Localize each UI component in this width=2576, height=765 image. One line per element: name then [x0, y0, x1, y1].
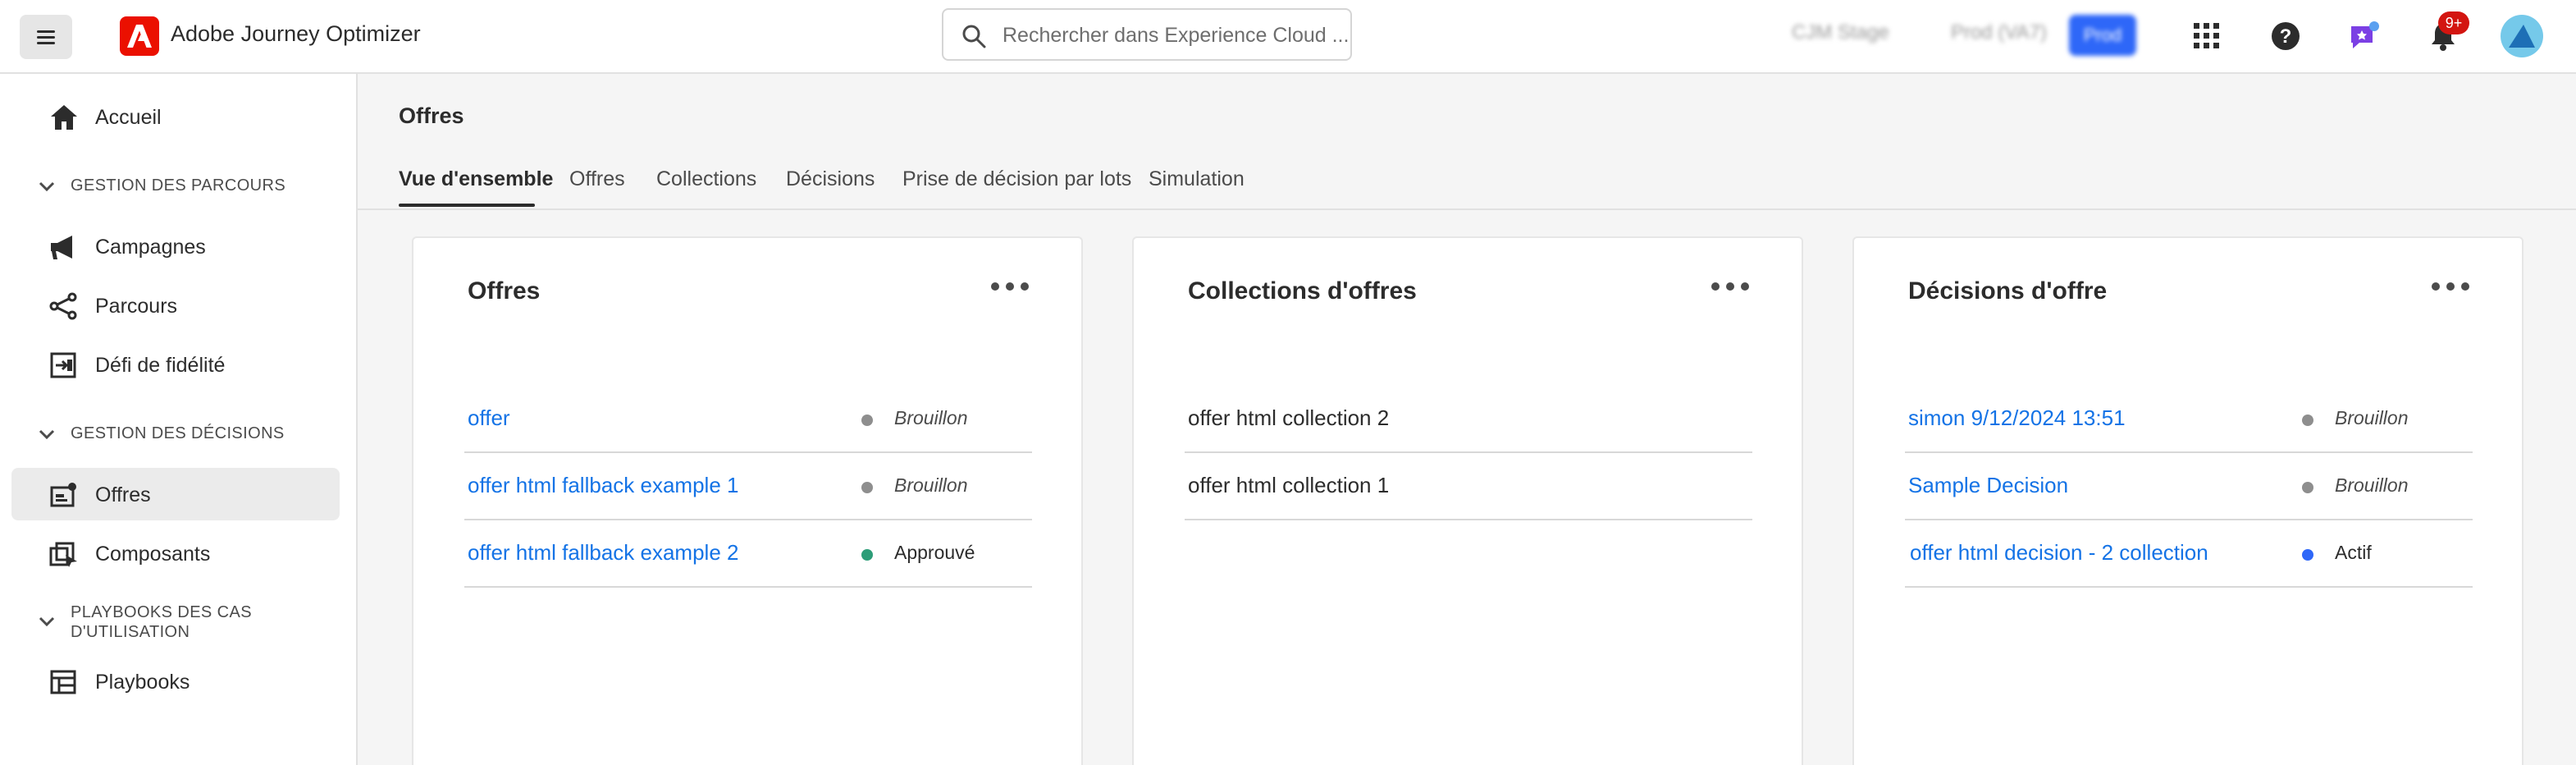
more-options-button[interactable] [991, 282, 1029, 292]
notification-count-badge: 9+ [2438, 11, 2469, 34]
decision-link[interactable]: offer html decision - 2 collection [1910, 540, 2208, 566]
chat-feedback-icon [2351, 21, 2379, 48]
decision-link[interactable]: Sample Decision [1908, 473, 2068, 498]
offer-link[interactable]: offer html fallback example 2 [468, 540, 738, 566]
prod-button[interactable]: Prod [2069, 15, 2136, 56]
app-title: Adobe Journey Optimizer [171, 21, 421, 46]
left-sidebar: Accueil GESTION DES PARCOURS Campagnes P… [0, 74, 358, 765]
avatar-icon [2509, 25, 2535, 48]
chevron-down-icon [39, 181, 55, 192]
sidebar-item-offers[interactable]: Offres [11, 468, 340, 520]
list-item: simon 9/12/2024 13:51 Brouillon [1905, 386, 2473, 453]
page-title: Offres [399, 103, 464, 128]
collection-name[interactable]: offer html collection 2 [1188, 405, 1389, 431]
top-bar: Adobe Journey Optimizer Rechercher dans … [0, 0, 2576, 74]
list-item: offer Brouillon [464, 386, 1032, 453]
tab-offers[interactable]: Offres [569, 167, 625, 191]
list-item: offer html collection 1 [1185, 453, 1752, 520]
offer-link[interactable]: offer html fallback example 1 [468, 473, 738, 498]
home-icon [51, 105, 77, 130]
sandbox-label[interactable]: Prod (VA7) [1951, 21, 2047, 44]
section-label-line1: PLAYBOOKS DES CAS [71, 603, 252, 621]
adobe-logo-icon [120, 16, 159, 56]
list-item: offer html collection 2 [1185, 386, 1752, 453]
more-options-button[interactable] [2432, 282, 2469, 292]
help-icon: ? [2272, 22, 2300, 50]
section-label-line2: D'UTILISATION [71, 623, 190, 641]
status-label: Approuvé [894, 542, 975, 563]
search-placeholder: Rechercher dans Experience Cloud ... [1003, 24, 1350, 47]
environment-label[interactable]: CJM Stage [1792, 21, 1889, 44]
status-dot [861, 482, 873, 493]
sidebar-item-label: Composants [95, 543, 211, 566]
sidebar-item-label: Parcours [95, 295, 178, 318]
chevron-down-icon [39, 616, 55, 627]
list-item: offer html fallback example 1 Brouillon [464, 453, 1032, 520]
status-label: Brouillon [2335, 474, 2409, 496]
chevron-down-icon [39, 429, 55, 440]
section-label: GESTION DES DÉCISIONS [71, 424, 285, 442]
list-item: Sample Decision Brouillon [1905, 453, 2473, 520]
status-label: Actif [2335, 542, 2372, 563]
decision-link[interactable]: simon 9/12/2024 13:51 [1908, 405, 2126, 431]
sidebar-item-label: Offres [95, 483, 151, 506]
tab-simulation[interactable]: Simulation [1149, 167, 1245, 191]
more-icon [2432, 282, 2440, 291]
sidebar-item-label: Accueil [95, 106, 162, 129]
status-dot [861, 549, 873, 561]
search-input[interactable]: Rechercher dans Experience Cloud ... [942, 8, 1352, 61]
sidebar-item-label: Playbooks [95, 671, 190, 694]
offers-icon [50, 483, 76, 507]
svg-text:?: ? [2280, 25, 2292, 48]
status-label: Brouillon [894, 407, 968, 428]
grid-icon [2194, 23, 2219, 48]
tab-overview[interactable]: Vue d'ensemble [399, 167, 553, 191]
challenge-icon [50, 352, 76, 378]
sidebar-item-home[interactable]: Accueil [11, 90, 340, 143]
section-label: GESTION DES PARCOURS [71, 176, 286, 195]
sidebar-item-playbooks[interactable]: Playbooks [11, 655, 340, 708]
more-icon [991, 282, 999, 291]
playbooks-icon [50, 670, 76, 694]
status-dot [2302, 415, 2313, 426]
tab-decisions[interactable]: Décisions [786, 167, 875, 191]
sidebar-item-components[interactable]: Composants [11, 527, 340, 579]
help-button[interactable]: ? [2266, 16, 2305, 56]
sidebar-item-journeys[interactable]: Parcours [11, 279, 340, 332]
tab-collections[interactable]: Collections [656, 167, 756, 191]
hamburger-icon [37, 35, 55, 39]
menu-toggle-button[interactable] [20, 15, 72, 59]
megaphone-icon [51, 236, 72, 259]
more-icon [1711, 282, 1720, 291]
user-avatar[interactable] [2501, 15, 2543, 57]
search-icon [962, 25, 986, 48]
list-item: offer html decision - 2 collection Actif [1905, 520, 2473, 588]
offers-card: Offres offer Brouillon offer html fallba… [412, 236, 1083, 765]
offer-collections-card: Collections d'offres offer html collecti… [1132, 236, 1803, 765]
card-title: Offres [468, 277, 541, 305]
card-title: Décisions d'offre [1908, 277, 2108, 305]
card-title: Collections d'offres [1188, 277, 1417, 305]
collection-name[interactable]: offer html collection 1 [1188, 473, 1389, 498]
sidebar-item-label: Défi de fidélité [95, 354, 226, 377]
offer-decisions-card: Décisions d'offre simon 9/12/2024 13:51 … [1852, 236, 2523, 765]
feedback-button[interactable] [2345, 16, 2384, 56]
active-tab-indicator [399, 204, 535, 207]
list-item: offer html fallback example 2 Approuvé [464, 520, 1032, 588]
offer-link[interactable]: offer [468, 405, 510, 431]
tab-bar: Vue d'ensemble Offres Collections Décisi… [358, 153, 2576, 210]
sidebar-item-loyalty-challenge[interactable]: Défi de fidélité [11, 338, 340, 391]
status-label: Brouillon [894, 474, 968, 496]
status-dot [2302, 549, 2313, 561]
sidebar-item-label: Campagnes [95, 236, 206, 259]
tab-batch-decisioning[interactable]: Prise de décision par lots [902, 167, 1131, 191]
journey-icon [49, 292, 77, 320]
more-options-button[interactable] [1711, 282, 1749, 292]
sidebar-item-campaigns[interactable]: Campagnes [11, 220, 340, 273]
apps-grid-button[interactable] [2187, 16, 2227, 56]
components-icon [49, 542, 77, 567]
status-label: Brouillon [2335, 407, 2409, 428]
status-dot [2302, 482, 2313, 493]
status-dot [861, 415, 873, 426]
